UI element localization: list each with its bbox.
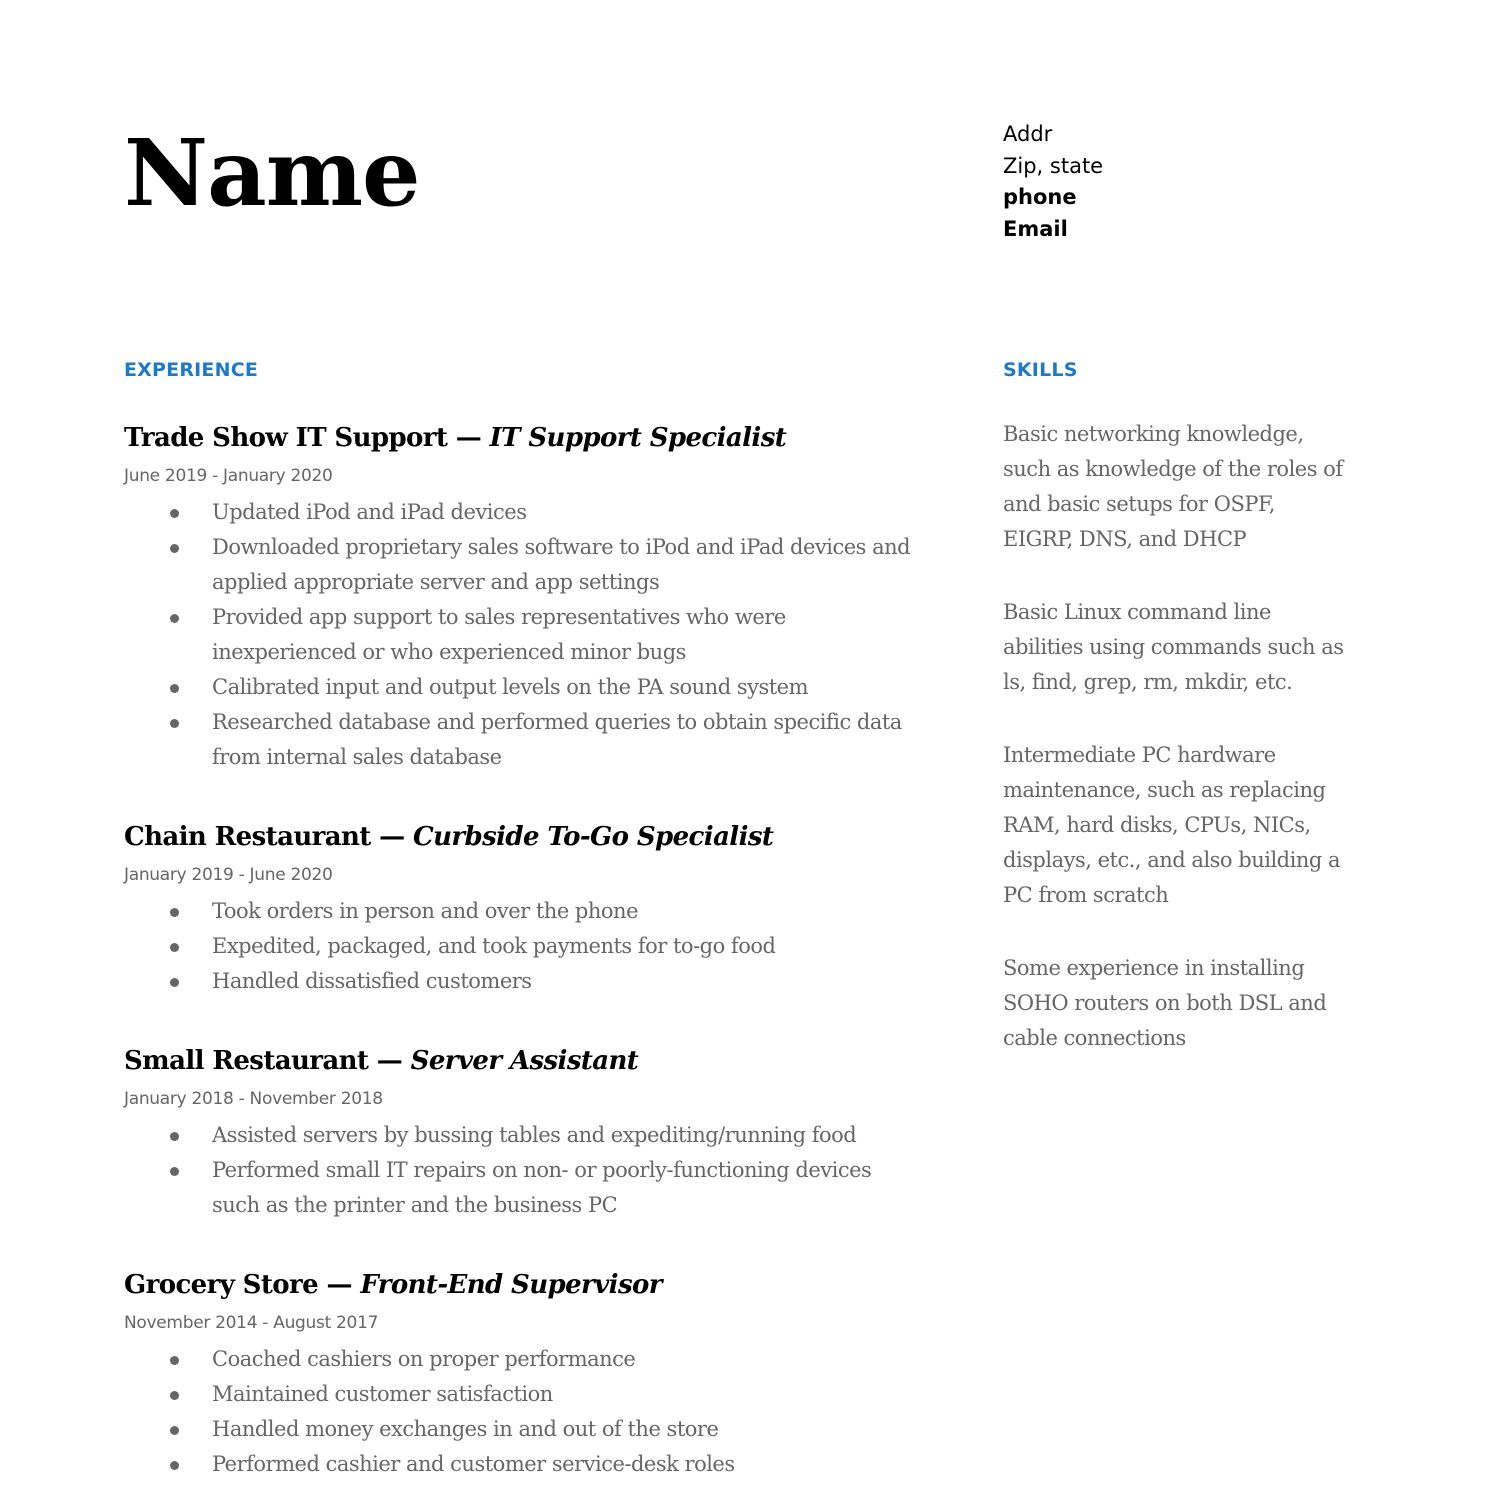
job-bullets: Assisted servers by bussing tables and e… [124,1118,924,1223]
job-company: Grocery Store [124,1270,319,1300]
skill-item: Intermediate PC hardware maintenance, su… [1003,743,1340,907]
bullet-item: Updated iPod and iPad devices [124,495,924,530]
bullet-text: Performed cashier and customer service-d… [212,1452,735,1476]
job-title: Small Restaurant — Server Assistant [124,1041,924,1081]
title-separator: — [447,423,490,453]
bullet-dot-icon [170,684,179,693]
bullet-item: Handled money exchanges in and out of th… [124,1412,924,1447]
job-entry: Trade Show IT Support — IT Support Speci… [124,418,924,775]
bullet-dot-icon [170,1426,179,1435]
title-separator: — [370,822,413,852]
skill-item: Basic Linux command line abilities using… [1003,600,1344,694]
bullet-item: Maintained customer satisfaction [124,1377,924,1412]
job-company: Small Restaurant [124,1046,369,1076]
job-bullets: Took orders in person and over the phone… [124,894,924,999]
bullet-dot-icon [170,943,179,952]
experience-section: Trade Show IT Support — IT Support Speci… [124,418,924,1482]
title-separator: — [318,1270,361,1300]
job-dates: January 2019 - June 2020 [124,865,333,885]
bullet-dot-icon [170,1132,179,1141]
bullet-item: Expedited, packaged, and took payments f… [124,929,924,964]
bullet-item: Performed small IT repairs on non- or po… [124,1153,924,1223]
resume-page: Name Addr Zip, state phone Email EXPERIE… [0,0,1500,1500]
bullet-text: Took orders in person and over the phone [212,899,639,923]
bullet-dot-icon [170,1391,179,1400]
bullet-dot-icon [170,1356,179,1365]
job-company: Chain Restaurant [124,822,371,852]
bullet-text: Assisted servers by bussing tables and e… [212,1123,857,1147]
job-dates: November 2014 - August 2017 [124,1313,379,1333]
bullet-dot-icon [170,719,179,728]
bullet-dot-icon [170,908,179,917]
job-title: Grocery Store — Front-End Supervisor [124,1265,924,1305]
bullet-text: Provided app support to sales representa… [212,605,786,664]
bullet-item: Handled dissatisfied customers [124,964,924,999]
job-title: Chain Restaurant — Curbside To-Go Specia… [124,817,924,857]
bullet-item: Downloaded proprietary sales software to… [124,530,924,600]
contact-email: Email [1003,216,1068,241]
bullet-text: Handled money exchanges in and out of th… [212,1417,719,1441]
bullet-item: Performed cashier and customer service-d… [124,1447,924,1482]
bullet-dot-icon [170,614,179,623]
bullet-item: Calibrated input and output levels on th… [124,670,924,705]
job-company: Trade Show IT Support [124,423,448,453]
bullet-item: Coached cashiers on proper performance [124,1342,924,1377]
bullet-text: Performed small IT repairs on non- or po… [212,1158,872,1217]
skills-section: Basic networking knowledge, such as know… [1003,417,1348,1094]
job-role: Front-End Supervisor [360,1270,662,1300]
bullet-item: Assisted servers by bussing tables and e… [124,1118,924,1153]
contact-phone: phone [1003,185,1077,209]
job-role: Server Assistant [410,1046,639,1076]
contact-address: Addr [1003,122,1053,146]
bullet-text: Downloaded proprietary sales software to… [212,535,911,594]
job-entry: Grocery Store — Front-End Supervisor Nov… [124,1265,924,1482]
bullet-text: Updated iPod and iPad devices [212,500,527,524]
job-bullets: Updated iPod and iPad devices Downloaded… [124,495,924,775]
job-entry: Chain Restaurant — Curbside To-Go Specia… [124,817,924,999]
bullet-text: Researched database and performed querie… [212,710,902,769]
bullet-text: Coached cashiers on proper performance [212,1347,636,1371]
job-dates: January 2018 - November 2018 [124,1089,383,1109]
job-role: IT Support Specialist [489,423,787,453]
job-bullets: Coached cashiers on proper performance M… [124,1342,924,1482]
bullet-item: Took orders in person and over the phone [124,894,924,929]
job-entry: Small Restaurant — Server Assistant Janu… [124,1041,924,1223]
bullet-dot-icon [170,544,179,553]
skills-heading: SKILLS [1003,359,1078,381]
experience-heading: EXPERIENCE [124,359,259,381]
job-role: Curbside To-Go Specialist [413,822,774,852]
bullet-item: Provided app support to sales representa… [124,600,924,670]
contact-block: Addr Zip, state phone Email [1003,119,1103,245]
bullet-dot-icon [170,978,179,987]
bullet-item: Researched database and performed querie… [124,705,924,775]
bullet-text: Handled dissatisfied customers [212,969,532,993]
job-title: Trade Show IT Support — IT Support Speci… [124,418,924,458]
bullet-dot-icon [170,1167,179,1176]
resume-name: Name [124,119,421,227]
contact-zip-state: Zip, state [1003,153,1104,178]
skill-item: Basic networking knowledge, such as know… [1003,422,1343,551]
bullet-dot-icon [170,1461,179,1470]
bullet-text: Calibrated input and output levels on th… [212,675,809,699]
job-dates: June 2019 - January 2020 [124,466,333,486]
title-separator: — [368,1046,411,1076]
skill-item: Some experience in installing SOHO route… [1003,956,1327,1050]
bullet-dot-icon [170,509,179,518]
bullet-text: Maintained customer satisfaction [212,1382,553,1406]
bullet-text: Expedited, packaged, and took payments f… [212,934,776,958]
